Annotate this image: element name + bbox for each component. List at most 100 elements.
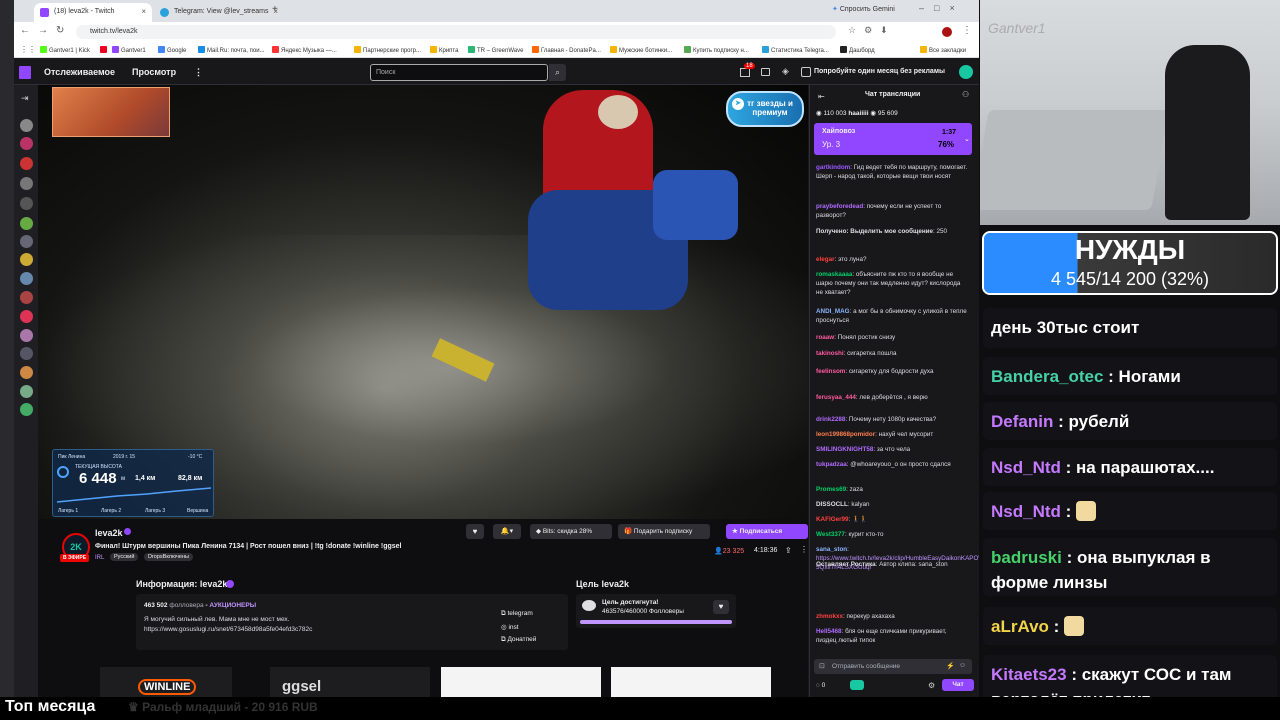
- chat-username[interactable]: KAFIGer99: [816, 516, 849, 523]
- users-icon[interactable]: ⚇: [962, 90, 969, 99]
- notifications-bell-icon[interactable]: 🔔▾: [493, 524, 521, 539]
- channel-avatar[interactable]: [20, 197, 33, 210]
- chat-username[interactable]: Promes69: [816, 486, 846, 493]
- collapse-chat-icon[interactable]: ⇤: [818, 92, 825, 101]
- bookmark-5[interactable]: Яндекс Музыка —...: [272, 46, 337, 54]
- gift-sub-button[interactable]: 🎁 Подарить подписку: [618, 524, 710, 539]
- emote-icon[interactable]: ☺: [959, 662, 966, 669]
- link-donatepay[interactable]: ⧉ Донатпей: [501, 636, 536, 644]
- menu-icon[interactable]: ⋮: [962, 25, 972, 36]
- chat-username[interactable]: leon199868pomidor: [816, 431, 875, 438]
- chat-input[interactable]: ⊡ Отправить сообщение ⚡ ☺: [814, 659, 972, 674]
- url-field[interactable]: twitch.tv/leva2k: [76, 25, 836, 39]
- subscribe-button[interactable]: ★ Подписаться: [726, 524, 808, 539]
- category-link[interactable]: IRL: [95, 555, 104, 561]
- user-avatar[interactable]: [959, 65, 973, 79]
- channel-avatar[interactable]: [20, 366, 33, 379]
- chat-username[interactable]: Получено: Выделить мое сообщение: [816, 228, 933, 235]
- bookmark-10[interactable]: Мужские ботинки...: [610, 46, 672, 54]
- channel-avatar[interactable]: [20, 310, 33, 323]
- channel-avatar[interactable]: [20, 403, 33, 416]
- chat-username[interactable]: Оставляет Ростика: [816, 561, 876, 568]
- bookmark-7[interactable]: Крипта: [430, 46, 458, 54]
- channel-avatar[interactable]: [20, 253, 33, 266]
- more-options-icon[interactable]: ⋮: [800, 545, 808, 554]
- share-icon[interactable]: ⇪: [785, 546, 792, 555]
- bookmark-4[interactable]: Mail.Ru: почта, пои...: [198, 46, 265, 54]
- chat-username[interactable]: feelinsom: [816, 368, 845, 375]
- hype-train[interactable]: Хайповоз Ур. 3 1:37 76% ⌄: [814, 123, 972, 155]
- bookmark-2[interactable]: Gantver1: [112, 46, 146, 54]
- chat-username[interactable]: tukpadzaa: [816, 461, 847, 468]
- chat-username[interactable]: DISSOCLL: [816, 501, 848, 508]
- chat-username[interactable]: ferusyaa_444: [816, 394, 856, 401]
- channel-avatar[interactable]: [20, 217, 33, 230]
- channel-name[interactable]: leva2k: [95, 528, 123, 538]
- bits-button[interactable]: ◆ Bits: скидка 28%: [530, 524, 612, 539]
- chat-username[interactable]: ANDI_MAG: [816, 308, 850, 315]
- nav-buttons[interactable]: ←→↻: [20, 25, 72, 36]
- video-player[interactable]: ➤ тг звезды и премиум Пик Ленина 2019 г.…: [38, 85, 808, 519]
- link-telegram[interactable]: ⧉ telegram: [501, 610, 533, 618]
- nav-more[interactable]: ⋮: [194, 67, 203, 78]
- channel-avatar[interactable]: [20, 177, 33, 190]
- window-controls[interactable]: –□×: [919, 3, 965, 13]
- nav-browse[interactable]: Просмотр: [132, 67, 176, 77]
- chat-username[interactable]: elegar: [816, 256, 835, 263]
- promo-button[interactable]: Попробуйте один месяц без рекламы: [814, 68, 945, 75]
- chat-username[interactable]: praybeforedead: [816, 203, 863, 210]
- channel-avatar[interactable]: [20, 385, 33, 398]
- bookmark-3[interactable]: Google: [158, 46, 186, 54]
- search-input[interactable]: Поиск: [370, 64, 548, 81]
- panel-ggsel[interactable]: ggsel: [270, 667, 430, 697]
- all-bookmarks[interactable]: Все закладки: [920, 46, 966, 54]
- chat-username[interactable]: roaaw: [816, 334, 834, 341]
- prime-icon[interactable]: [801, 67, 811, 77]
- chat-username[interactable]: gartkindom: [816, 164, 850, 171]
- toolbar-icons[interactable]: ☆⚙⬇: [848, 25, 896, 36]
- bookmark-1[interactable]: [100, 46, 109, 54]
- channel-avatar[interactable]: [20, 291, 33, 304]
- bookmark-6[interactable]: Партнерские прогр...: [354, 46, 421, 54]
- channel-avatar[interactable]: [20, 157, 33, 170]
- expand-rail-icon[interactable]: ⇥: [21, 93, 29, 104]
- panel-winline[interactable]: WINLINE: [100, 667, 232, 697]
- inbox-icon[interactable]: [740, 68, 750, 77]
- channel-avatar[interactable]: [20, 235, 33, 248]
- search-icon[interactable]: ⌕: [549, 64, 566, 81]
- gemini-button[interactable]: ✦ Спросить Gemini: [832, 5, 895, 13]
- nav-following[interactable]: Отслеживаемое: [44, 67, 115, 77]
- bookmark-13[interactable]: Дашборд: [840, 46, 875, 54]
- new-tab-button[interactable]: +: [272, 4, 278, 15]
- chat-username[interactable]: West3377: [816, 531, 845, 538]
- chat-username[interactable]: takinoshi: [816, 350, 844, 357]
- channel-avatar[interactable]: [20, 329, 33, 342]
- whisper-icon[interactable]: [761, 68, 770, 76]
- panel-drawing[interactable]: [441, 667, 601, 697]
- chevron-down-icon[interactable]: ⌄: [964, 135, 970, 143]
- channel-avatar[interactable]: [20, 272, 33, 285]
- chat-username[interactable]: zhmokxx: [816, 613, 843, 620]
- tag[interactable]: Русский: [110, 553, 139, 561]
- bio-link[interactable]: https://www.gosuslugi.ru/snet/673458d98a…: [144, 626, 312, 633]
- chat-username[interactable]: sana_ston: [816, 546, 847, 553]
- bookmark-0[interactable]: Gantver1 | Kick: [40, 46, 90, 54]
- chat-username[interactable]: SMILINGKNIGHT58: [816, 446, 873, 453]
- follow-heart-icon[interactable]: ♥: [713, 600, 729, 614]
- bookmark-11[interactable]: Купить подписку н...: [684, 46, 749, 54]
- chat-send-button[interactable]: Чат: [942, 679, 974, 691]
- link-inst[interactable]: ◎ inst: [501, 623, 519, 631]
- channel-points[interactable]: ◌ 0: [816, 682, 825, 689]
- panel-drawing[interactable]: [611, 667, 771, 697]
- prediction-icon[interactable]: [850, 680, 864, 690]
- chat-username[interactable]: romaskaaaa: [816, 271, 852, 278]
- bookmark-8[interactable]: TR – GreenWave: [468, 46, 523, 54]
- tag[interactable]: DropsВключены: [144, 553, 193, 561]
- close-icon[interactable]: ×: [141, 7, 146, 16]
- tab-twitch[interactable]: (18) leva2k - Twitch ×: [34, 3, 152, 22]
- bookmark-12[interactable]: Статистика Telegra...: [762, 46, 829, 54]
- channel-avatar[interactable]: [20, 347, 33, 360]
- bookmark-9[interactable]: Главная - DonatePa...: [532, 46, 601, 54]
- tab-telegram[interactable]: Telegram: View @lev_streams ×: [154, 3, 284, 22]
- settings-gear-icon[interactable]: ⚙: [928, 681, 935, 690]
